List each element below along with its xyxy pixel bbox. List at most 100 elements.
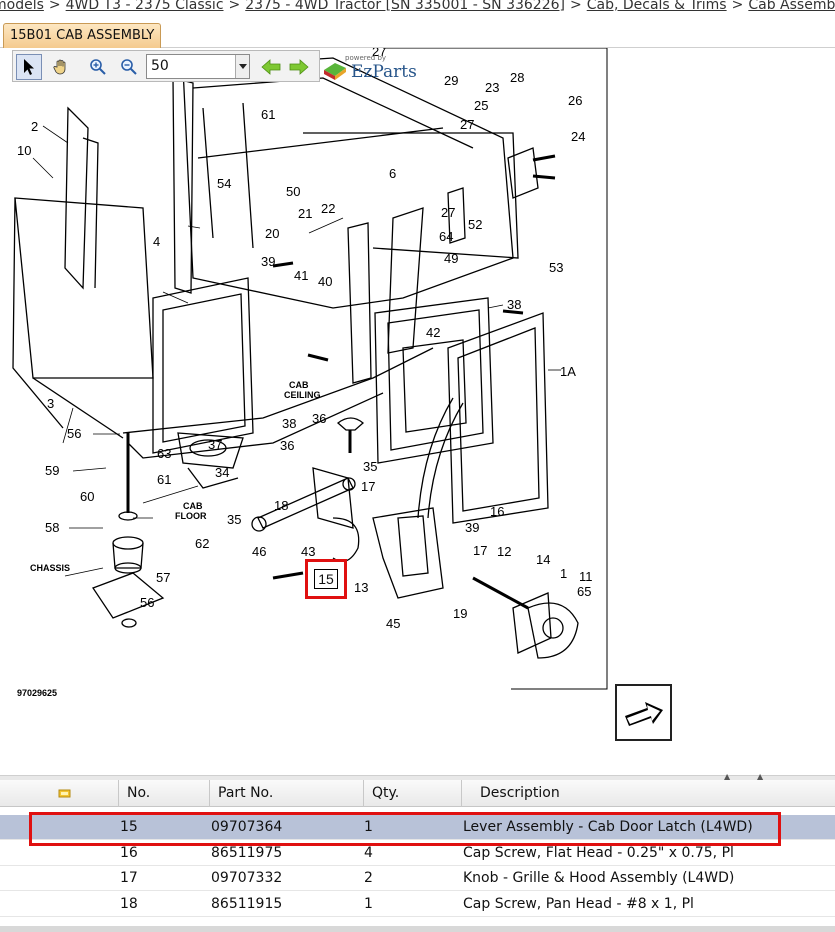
callout-11[interactable]: 11 <box>579 569 593 584</box>
next-page-button[interactable] <box>286 54 312 80</box>
next-diagram-button[interactable] <box>615 684 672 741</box>
pointer-tool-button[interactable] <box>16 54 42 80</box>
cell-part-no: 09707332 <box>211 870 283 886</box>
callout-14[interactable]: 14 <box>536 552 550 567</box>
header-qty[interactable]: Qty. <box>363 780 461 807</box>
callout-36[interactable]: 36 <box>312 411 326 426</box>
highlighted-callout-15[interactable]: 15 <box>305 559 347 599</box>
parts-diagram[interactable]: 2 10 3 54 4 61 50 6 20 21 22 39 41 40 29… <box>3 48 835 775</box>
table-row[interactable]: 18 86511915 1 Cap Screw, Pan Head - #8 x… <box>0 892 835 917</box>
callout-55[interactable]: 56 <box>67 426 81 441</box>
callout-37[interactable]: 37 <box>208 437 222 452</box>
callout-46[interactable]: 46 <box>252 544 266 559</box>
chevron-down-icon[interactable] <box>235 55 249 78</box>
callout-49[interactable]: 49 <box>444 251 458 266</box>
callout-38b[interactable]: 38 <box>282 416 296 431</box>
callout-35b[interactable]: 35 <box>227 512 241 527</box>
callout-1a[interactable]: 1A <box>560 364 576 379</box>
callout-2[interactable]: 2 <box>31 119 38 134</box>
cell-qty: 4 <box>364 845 373 861</box>
tab-cab-assembly[interactable]: 15B01 CAB ASSEMBLY <box>3 23 162 49</box>
header-part-no[interactable]: Part No. <box>209 780 363 807</box>
callout-61b[interactable]: 61 <box>157 472 171 487</box>
callout-62[interactable]: 62 <box>195 536 209 551</box>
callout-34[interactable]: 34 <box>215 465 229 480</box>
breadcrumb-link-cab-assembly[interactable]: Cab Assembly <box>748 0 835 13</box>
brand-tagline: powered by <box>345 54 387 62</box>
zoom-out-button[interactable] <box>116 54 142 80</box>
callout-13[interactable]: 13 <box>354 580 368 595</box>
cell-description: Cap Screw, Flat Head - 0.25" x 0.75, Pl <box>463 845 734 861</box>
highlighted-callout-label: 15 <box>314 569 338 589</box>
callout-39b[interactable]: 39 <box>465 520 479 535</box>
callout-54[interactable]: 54 <box>217 176 231 191</box>
table-row[interactable]: 15 09707364 1 Lever Assembly - Cab Door … <box>0 815 835 840</box>
callout-43[interactable]: 43 <box>301 544 315 559</box>
callout-20[interactable]: 20 <box>265 226 279 241</box>
callout-27b[interactable]: 27 <box>441 205 455 220</box>
callout-59[interactable]: 59 <box>45 463 59 478</box>
table-row[interactable]: 16 86511975 4 Cap Screw, Flat Head - 0.2… <box>0 841 835 866</box>
previous-page-button[interactable] <box>258 54 284 80</box>
callout-10[interactable]: 10 <box>17 143 31 158</box>
callout-4[interactable]: 4 <box>153 234 160 249</box>
callout-50[interactable]: 50 <box>286 184 300 199</box>
callout-61[interactable]: 61 <box>261 107 275 122</box>
callout-6[interactable]: 6 <box>389 166 396 181</box>
callout-64[interactable]: 64 <box>439 229 453 244</box>
horizontal-scrollbar[interactable] <box>0 926 835 932</box>
zoom-select[interactable]: 50 <box>146 54 250 79</box>
callout-21[interactable]: 21 <box>298 206 312 221</box>
callout-12[interactable]: 12 <box>497 544 511 559</box>
callout-25[interactable]: 25 <box>474 98 488 113</box>
zoom-out-icon <box>121 59 137 75</box>
header-cart-col[interactable] <box>0 780 118 807</box>
diagram-viewer[interactable]: 50 powered by EzParts 2 10 3 54 4 61 50 … <box>3 48 835 775</box>
cell-part-no: 09707364 <box>211 819 283 835</box>
breadcrumb-link-category[interactable]: Cab, Decals & Trims <box>587 0 727 13</box>
table-row[interactable]: 17 09707332 2 Knob - Grille & Hood Assem… <box>0 866 835 891</box>
callout-52[interactable]: 52 <box>468 217 482 232</box>
callout-45[interactable]: 45 <box>386 616 400 631</box>
callout-58[interactable]: 58 <box>45 520 59 535</box>
callout-35[interactable]: 35 <box>363 459 377 474</box>
callout-40[interactable]: 40 <box>318 274 332 289</box>
callout-19[interactable]: 19 <box>453 606 467 621</box>
header-no[interactable]: No. <box>118 780 209 807</box>
breadcrumb-link-model[interactable]: 4WD T3 - 2375 Classic <box>66 0 224 13</box>
callout-26[interactable]: 26 <box>568 93 582 108</box>
callout-42[interactable]: 42 <box>426 325 440 340</box>
callout-60[interactable]: 60 <box>80 489 94 504</box>
breadcrumb-link-models[interactable]: models <box>0 0 44 13</box>
breadcrumb-separator: > <box>569 0 582 13</box>
callout-53[interactable]: 53 <box>549 260 563 275</box>
callout-27[interactable]: 27 <box>460 117 474 132</box>
callout-36b[interactable]: 36 <box>280 438 294 453</box>
header-description[interactable]: Description <box>461 780 835 807</box>
breadcrumb-link-tractor[interactable]: 2375 - 4WD Tractor [SN 335001 - SN 33622… <box>245 0 565 13</box>
callout-24[interactable]: 24 <box>571 129 585 144</box>
callout-17b[interactable]: 17 <box>473 543 487 558</box>
callout-63[interactable]: 63 <box>157 446 171 461</box>
callout-57[interactable]: 57 <box>156 570 170 585</box>
callout-22[interactable]: 22 <box>321 201 335 216</box>
callout-18[interactable]: 18 <box>274 498 288 513</box>
pan-tool-button[interactable] <box>48 54 74 80</box>
callout-39[interactable]: 39 <box>261 254 275 269</box>
cell-qty: 2 <box>364 870 373 886</box>
cart-icon <box>58 789 71 798</box>
callout-29[interactable]: 29 <box>444 73 458 88</box>
zoom-in-button[interactable] <box>85 54 111 80</box>
callout-17[interactable]: 17 <box>361 479 375 494</box>
callout-41[interactable]: 41 <box>294 268 308 283</box>
callout-38[interactable]: 38 <box>507 297 521 312</box>
callout-28[interactable]: 28 <box>510 70 524 85</box>
hand-icon <box>53 59 66 75</box>
callout-1[interactable]: 1 <box>560 566 567 581</box>
callout-23[interactable]: 23 <box>485 80 499 95</box>
callout-65[interactable]: 65 <box>577 584 591 599</box>
brand-logo: powered by EzParts <box>321 52 431 84</box>
callout-16[interactable]: 16 <box>490 504 504 519</box>
callout-56[interactable]: 56 <box>140 595 154 610</box>
callout-3[interactable]: 3 <box>47 396 54 411</box>
